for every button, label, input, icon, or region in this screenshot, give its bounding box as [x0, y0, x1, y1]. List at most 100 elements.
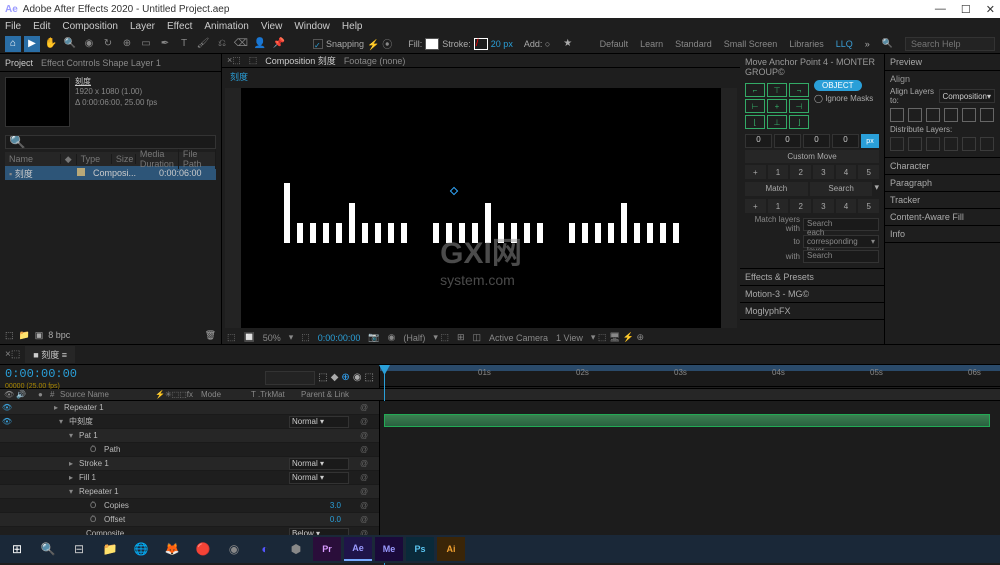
- flowchart-icon[interactable]: ×⬚: [227, 55, 241, 66]
- project-search-input[interactable]: [5, 135, 216, 149]
- stopwatch-icon[interactable]: Ö: [90, 515, 102, 524]
- anchor-y1[interactable]: 0: [774, 134, 801, 148]
- match-btn-plus[interactable]: +: [745, 199, 766, 213]
- zoom-value[interactable]: 50%: [263, 333, 281, 343]
- anchor-x2[interactable]: 0: [803, 134, 830, 148]
- tab-composition[interactable]: Composition 刻度: [265, 54, 336, 67]
- aftereffects-icon[interactable]: Ae: [344, 537, 372, 561]
- new-comp-icon[interactable]: ▣: [35, 330, 44, 341]
- layer-row[interactable]: 👁▾中刻度Normal ▾@: [0, 415, 379, 429]
- composition-viewer[interactable]: GXI网 system.com: [225, 88, 737, 328]
- tl-opt3-icon[interactable]: ⊕: [341, 372, 349, 383]
- match-btn-3[interactable]: 3: [813, 199, 834, 213]
- twirl-icon[interactable]: ▾: [69, 487, 77, 496]
- mode-dropdown[interactable]: Normal ▾: [289, 472, 349, 484]
- channel-icon[interactable]: ◉: [388, 332, 396, 343]
- zoom-tool-icon[interactable]: 🔍: [62, 36, 78, 52]
- effects-presets-panel[interactable]: Effects & Presets: [740, 269, 884, 286]
- anchor-x1[interactable]: 0: [745, 134, 772, 148]
- custom-btn-3[interactable]: 3: [813, 165, 834, 179]
- col-filepath[interactable]: File Path: [179, 149, 216, 169]
- pen-tool-icon[interactable]: ✒: [157, 36, 173, 52]
- layer-viewer-icon[interactable]: ⬚: [249, 55, 258, 66]
- workspace-standard[interactable]: Standard: [675, 39, 712, 49]
- motion3-panel[interactable]: Motion-3 - MG©: [740, 286, 884, 303]
- snap-opts-icon[interactable]: ⚡ ⦿: [367, 36, 392, 51]
- comp-name[interactable]: 刻度: [75, 77, 157, 87]
- stamp-tool-icon[interactable]: ⎌: [214, 36, 230, 52]
- dist-top-icon[interactable]: [890, 137, 904, 151]
- layer-row[interactable]: 👁▸Repeater 1@: [0, 401, 379, 415]
- tl-opt4-icon[interactable]: ◉: [353, 372, 362, 383]
- col-parent[interactable]: Parent & Link: [297, 390, 353, 399]
- interpret-icon[interactable]: ⬚: [5, 330, 14, 341]
- layer-row[interactable]: ÖPath@: [0, 443, 379, 457]
- parent-pickwhip-icon[interactable]: @: [349, 417, 379, 426]
- tab-footage[interactable]: Footage (none): [344, 56, 406, 66]
- search-tab[interactable]: Search: [810, 182, 873, 196]
- info-panel[interactable]: Info: [885, 226, 1000, 243]
- col-size[interactable]: Size: [112, 154, 136, 164]
- tl-opt2-icon[interactable]: ◆: [331, 372, 339, 383]
- custom-btn-5[interactable]: 5: [858, 165, 879, 179]
- stroke-swatch[interactable]: /: [474, 38, 488, 50]
- align-vcenter-icon[interactable]: [962, 108, 976, 122]
- timeline-search[interactable]: [265, 371, 315, 385]
- roto-tool-icon[interactable]: 👤: [252, 36, 268, 52]
- view-count[interactable]: 1 View: [556, 333, 583, 343]
- match-btn-1[interactable]: 1: [768, 199, 789, 213]
- tl-opt5-icon[interactable]: ⬚: [365, 372, 374, 383]
- menu-effect[interactable]: Effect: [167, 21, 192, 32]
- maximize-icon[interactable]: ☐: [961, 3, 971, 16]
- grid-icon[interactable]: ⊞: [457, 332, 465, 343]
- tracker-panel[interactable]: Tracker: [885, 192, 1000, 209]
- bpc-label[interactable]: 8 bpc: [48, 330, 70, 340]
- workspace-learn[interactable]: Learn: [640, 39, 663, 49]
- photoshop-icon[interactable]: Ps: [406, 537, 434, 561]
- close-icon[interactable]: ✕: [986, 3, 995, 16]
- menu-animation[interactable]: Animation: [204, 21, 248, 32]
- parent-pickwhip-icon[interactable]: @: [349, 515, 379, 524]
- search-icon[interactable]: 🔍: [882, 38, 893, 49]
- match-btn-2[interactable]: 2: [790, 199, 811, 213]
- roi-icon[interactable]: ▾ ⬚: [433, 332, 449, 343]
- col-source-name[interactable]: Source Name: [56, 390, 151, 399]
- layer-row[interactable]: ÖOffset0.0@: [0, 513, 379, 527]
- add-label[interactable]: Add: ○: [524, 39, 550, 49]
- content-aware-panel[interactable]: Content-Aware Fill: [885, 209, 1000, 226]
- dist-hcenter-icon[interactable]: [962, 137, 976, 151]
- comp-thumbnail[interactable]: [5, 77, 70, 127]
- parent-pickwhip-icon[interactable]: @: [349, 431, 379, 440]
- col-duration[interactable]: Media Duration: [136, 149, 179, 169]
- current-time[interactable]: 0:00:00:00: [318, 333, 361, 343]
- chrome-icon[interactable]: 🔴: [189, 537, 217, 561]
- match-btn-5[interactable]: 5: [858, 199, 879, 213]
- fill-swatch[interactable]: [425, 38, 439, 50]
- custom-btn-1[interactable]: 1: [768, 165, 789, 179]
- tab-project[interactable]: Project: [5, 58, 33, 68]
- workspace-default[interactable]: Default: [600, 39, 629, 49]
- motion-blur-icon[interactable]: ⬚: [301, 332, 310, 343]
- tab-effect-controls[interactable]: Effect Controls Shape Layer 1: [41, 58, 161, 68]
- folder-icon[interactable]: 📁: [19, 330, 30, 341]
- app2-icon[interactable]: ⬢: [282, 537, 310, 561]
- snapping-checkbox[interactable]: [313, 39, 323, 49]
- dist-left-icon[interactable]: [944, 137, 958, 151]
- parent-pickwhip-icon[interactable]: @: [349, 445, 379, 454]
- premiere-icon[interactable]: Pr: [313, 537, 341, 561]
- comp-breadcrumb[interactable]: 刻度: [222, 68, 740, 85]
- layer-duration-bar[interactable]: [384, 414, 990, 427]
- anchor-grid[interactable]: ⌐⊤¬ ⊢+⊣ ⌊⊥⌋: [745, 83, 809, 129]
- current-timecode[interactable]: 0:00:00:00: [0, 365, 82, 383]
- edge-icon[interactable]: 🌐: [127, 537, 155, 561]
- col-trkmat[interactable]: T .TrkMat: [247, 390, 297, 399]
- stroke-width[interactable]: 20 px: [491, 39, 513, 49]
- match-tab[interactable]: Match: [745, 182, 808, 196]
- dist-vcenter-icon[interactable]: [908, 137, 922, 151]
- alpha-icon[interactable]: ⬚: [227, 332, 236, 343]
- selection-tool-icon[interactable]: ▶: [24, 36, 40, 52]
- parent-pickwhip-icon[interactable]: @: [349, 473, 379, 482]
- brush-tool-icon[interactable]: 🖌: [195, 36, 211, 52]
- match-dropdown-icon[interactable]: ▾: [874, 182, 879, 196]
- help-search-input[interactable]: [905, 37, 995, 51]
